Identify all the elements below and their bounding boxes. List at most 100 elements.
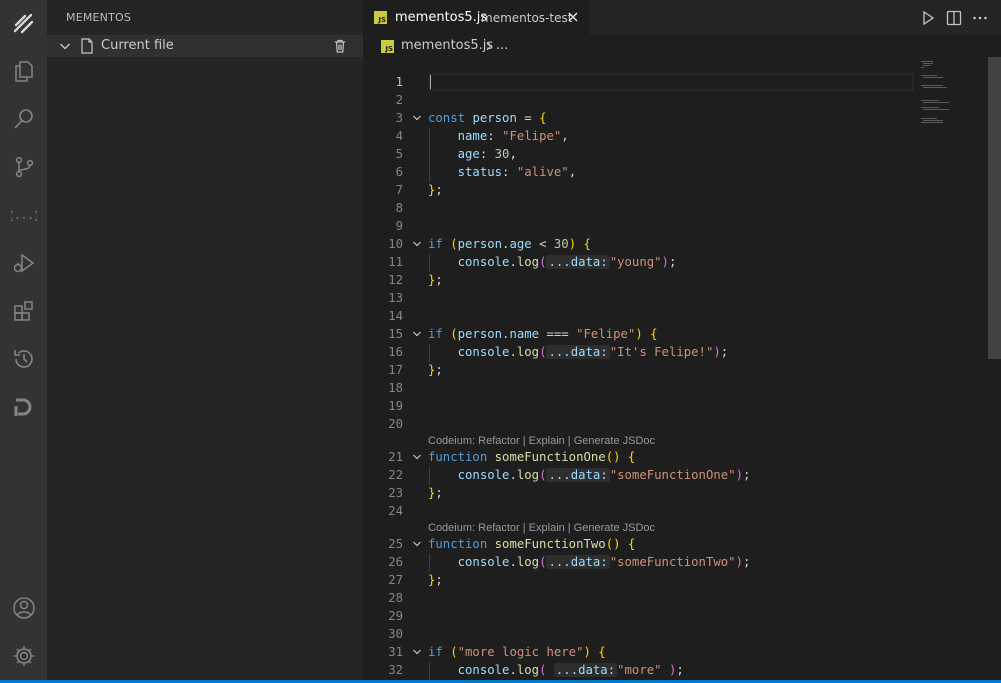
editor-tab-bar: JS mementos5.js mementos-test: [363, 0, 1001, 35]
code-token: age: [457, 147, 480, 161]
mementos-sidebar: MEMENTOS Current file: [47, 0, 363, 680]
line-number: 3: [395, 111, 403, 125]
javascript-file-icon: JS: [374, 11, 387, 24]
code-token: "someFunctionOne": [609, 468, 736, 482]
inlay-hint: ...data:: [546, 345, 610, 359]
search-icon[interactable]: [0, 99, 47, 139]
history-icon[interactable]: [0, 339, 47, 379]
line-number: 26: [388, 555, 403, 569]
fold-chevron-icon[interactable]: [411, 325, 423, 343]
text-cursor: [430, 75, 431, 89]
fold-chevron-icon[interactable]: [411, 643, 423, 661]
trash-icon[interactable]: [332, 38, 348, 54]
code-editor[interactable]: 1 2 3 4 5 6 7 8 9 10 11 12 13 14 15 16 1…: [363, 57, 988, 680]
line-number: 18: [388, 381, 403, 395]
line-number: 21: [388, 450, 403, 464]
code-token: name: [509, 327, 540, 341]
code-line: if (person.age < 30) {: [428, 237, 591, 251]
code-token: someFunctionOne: [494, 450, 606, 464]
code-token: console: [457, 255, 510, 269]
line-number: 4: [395, 129, 403, 143]
code-line: console.log(...data: "someFunctionOne");: [457, 468, 751, 482]
source-control-icon[interactable]: [0, 147, 47, 187]
code-token: log: [516, 555, 540, 569]
split-editor-icon[interactable]: [945, 9, 963, 27]
code-token: if: [428, 327, 443, 341]
code-token: age: [509, 237, 532, 251]
tab-filename: mementos5.js: [395, 10, 488, 25]
codeium-icon[interactable]: [0, 387, 47, 427]
line-number: 20: [388, 417, 403, 431]
breadcrumb: JS mementos5.js ...: [363, 35, 1001, 57]
code-line: age: 30,: [457, 147, 517, 161]
account-icon[interactable]: [0, 588, 47, 628]
extensions-icon[interactable]: [0, 291, 47, 331]
run-icon[interactable]: [919, 9, 937, 27]
line-number: 28: [388, 591, 403, 605]
file-icon: [81, 38, 93, 54]
code-line: console.log(...data: "It's Felipe!");: [457, 345, 729, 359]
code-token: =: [516, 111, 540, 125]
code-line: function someFunctionTwo() {: [428, 537, 636, 551]
svg-text:{...}: {...}: [11, 209, 37, 222]
run-debug-icon[interactable]: [0, 243, 47, 283]
line-number: 5: [395, 147, 403, 161]
code-token: "more": [617, 663, 662, 677]
line-number: 32: [388, 663, 403, 677]
code-line: const person = {: [428, 111, 547, 125]
code-line: };: [428, 486, 443, 500]
code-line: if ("more logic here") {: [428, 645, 606, 659]
close-icon[interactable]: [566, 10, 580, 24]
breadcrumb-file[interactable]: mementos5.js: [401, 38, 493, 53]
line-number: 25: [388, 537, 403, 551]
line-number: 19: [388, 399, 403, 413]
code-token: console: [457, 555, 510, 569]
line-number: 16: [388, 345, 403, 359]
line-number: 8: [395, 201, 403, 215]
code-token: "more logic here": [457, 645, 584, 659]
line-number: 24: [388, 504, 403, 518]
code-token: console: [457, 468, 510, 482]
code-token: function: [428, 450, 488, 464]
minimap[interactable]: [918, 57, 988, 137]
line-number: 6: [395, 165, 403, 179]
line-number: 15: [388, 327, 403, 341]
explorer-icon[interactable]: [0, 51, 47, 91]
code-line: };: [428, 183, 443, 197]
code-line: name: "Felipe",: [457, 129, 569, 143]
code-token: name: [457, 129, 488, 143]
code-token: someFunctionTwo: [494, 537, 606, 551]
code-token: "young": [609, 255, 662, 269]
line-number: 13: [388, 291, 403, 305]
fold-chevron-icon[interactable]: [411, 535, 423, 553]
breadcrumb-symbols[interactable]: ...: [496, 38, 508, 53]
line-number: 10: [388, 237, 403, 251]
code-line: };: [428, 573, 443, 587]
code-token: person: [472, 111, 517, 125]
code-token: const: [428, 111, 466, 125]
code-token: ===: [539, 327, 577, 341]
more-actions-icon[interactable]: [971, 9, 989, 27]
inlay-hint: ...data:: [546, 555, 610, 569]
line-number: 17: [388, 363, 403, 377]
code-token: "Felipe": [502, 129, 562, 143]
code-token: log: [516, 663, 540, 677]
tab-description: mementos-test: [481, 11, 573, 25]
code-line: };: [428, 363, 443, 377]
scrollbar-thumb[interactable]: [988, 57, 1001, 359]
fold-chevron-icon[interactable]: [411, 109, 423, 127]
line-number: 23: [388, 486, 403, 500]
fold-chevron-icon[interactable]: [411, 235, 423, 253]
code-line: console.log(...data: "young");: [457, 255, 677, 269]
code-token: 30: [494, 147, 510, 161]
mementos-logo-icon[interactable]: [0, 2, 47, 42]
fold-chevron-icon[interactable]: [411, 448, 423, 466]
code-token: console: [457, 663, 510, 677]
tab-mementos5-js[interactable]: JS mementos5.js mementos-test: [363, 0, 590, 35]
code-line: status: "alive",: [457, 165, 577, 179]
settings-gear-icon[interactable]: [0, 636, 47, 676]
sidebar-item-current-file[interactable]: Current file: [47, 35, 363, 57]
code-token: "alive": [516, 165, 569, 179]
line-number: 1: [395, 75, 403, 89]
json-braces-icon[interactable]: {...}: [0, 195, 47, 235]
